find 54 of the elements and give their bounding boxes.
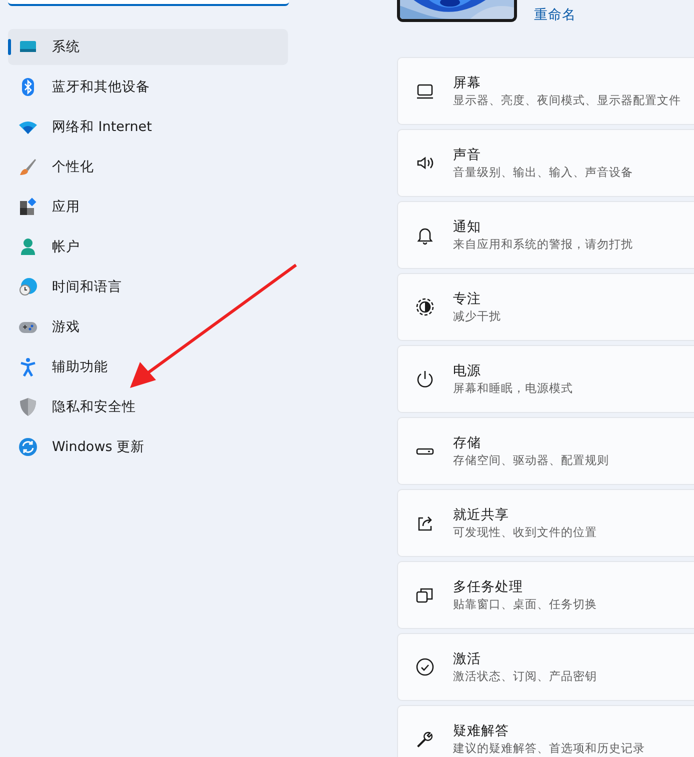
nav-item[interactable]: 网络和 Internet xyxy=(8,109,288,145)
card-subtitle: 音量级别、输出、输入、声音设备 xyxy=(453,164,633,180)
nav-item[interactable]: 个性化 xyxy=(8,149,288,185)
card-title: 屏幕 xyxy=(453,74,482,92)
nav-item[interactable]: Windows 更新 xyxy=(8,429,288,465)
checkmark-circle-icon xyxy=(415,657,435,677)
search-field[interactable] xyxy=(8,0,289,6)
card-title: 多任务处理 xyxy=(453,578,524,596)
settings-card[interactable]: 就近共享 可发现性、收到文件的位置 xyxy=(397,489,694,557)
settings-card[interactable]: 激活 激活状态、订阅、产品密钥 xyxy=(397,633,694,701)
globe-clock-icon xyxy=(18,277,38,297)
card-title: 激活 xyxy=(453,650,482,668)
apps-icon xyxy=(18,197,38,217)
card-title: 专注 xyxy=(453,290,482,308)
nav-item[interactable]: 帐户 xyxy=(8,229,288,265)
card-title: 声音 xyxy=(453,146,482,164)
settings-card[interactable]: 专注 减少干扰 xyxy=(397,273,694,341)
settings-card[interactable]: 屏幕 显示器、亮度、夜间模式、显示器配置文件 xyxy=(397,57,694,125)
nav-item[interactable]: 隐私和安全性 xyxy=(8,389,288,425)
card-subtitle: 贴靠窗口、桌面、任务切换 xyxy=(453,596,597,612)
card-subtitle: 显示器、亮度、夜间模式、显示器配置文件 xyxy=(453,92,681,108)
rename-link[interactable]: 重命名 xyxy=(534,8,576,22)
card-subtitle: 来自应用和系统的警报，请勿打扰 xyxy=(453,236,633,252)
card-title: 通知 xyxy=(453,218,482,236)
settings-card[interactable]: 声音 音量级别、输出、输入、声音设备 xyxy=(397,129,694,197)
card-title: 疑难解答 xyxy=(453,722,510,740)
card-subtitle: 存储空间、驱动器、配置规则 xyxy=(453,452,609,468)
nav-item[interactable]: 应用 xyxy=(8,189,288,225)
card-subtitle: 屏幕和睡眠，电源模式 xyxy=(453,380,573,396)
shield-icon xyxy=(18,397,38,417)
nav-item[interactable]: 辅助功能 xyxy=(8,349,288,385)
card-subtitle: 减少干扰 xyxy=(453,308,501,324)
settings-card[interactable]: 电源 屏幕和睡眠，电源模式 xyxy=(397,345,694,413)
card-title: 电源 xyxy=(453,362,482,380)
accessibility-icon xyxy=(18,357,38,377)
card-title: 就近共享 xyxy=(453,506,510,524)
power-icon xyxy=(415,369,435,389)
paintbrush-icon xyxy=(18,157,38,177)
focus-icon xyxy=(415,297,435,317)
settings-card[interactable]: 通知 来自应用和系统的警报，请勿打扰 xyxy=(397,201,694,269)
card-subtitle: 可发现性、收到文件的位置 xyxy=(453,524,597,540)
nav-item[interactable]: 蓝牙和其他设备 xyxy=(8,69,288,105)
nav-item[interactable]: 系统 xyxy=(8,29,288,65)
card-subtitle: 建议的疑难解答、首选项和历史记录 xyxy=(453,740,645,756)
card-title: 存储 xyxy=(453,434,482,452)
wrench-icon xyxy=(415,729,435,749)
nav-item[interactable]: 游戏 xyxy=(8,309,288,345)
person-icon xyxy=(18,237,38,257)
card-subtitle: 激活状态、订阅、产品密钥 xyxy=(453,668,597,684)
nav-item[interactable]: 时间和语言 xyxy=(8,269,288,305)
settings-card[interactable]: 多任务处理 贴靠窗口、桌面、任务切换 xyxy=(397,561,694,629)
sync-icon xyxy=(18,437,38,457)
settings-card[interactable]: 存储 存储空间、驱动器、配置规则 xyxy=(397,417,694,485)
settings-card[interactable]: 疑难解答 建议的疑难解答、首选项和历史记录 xyxy=(397,705,694,757)
